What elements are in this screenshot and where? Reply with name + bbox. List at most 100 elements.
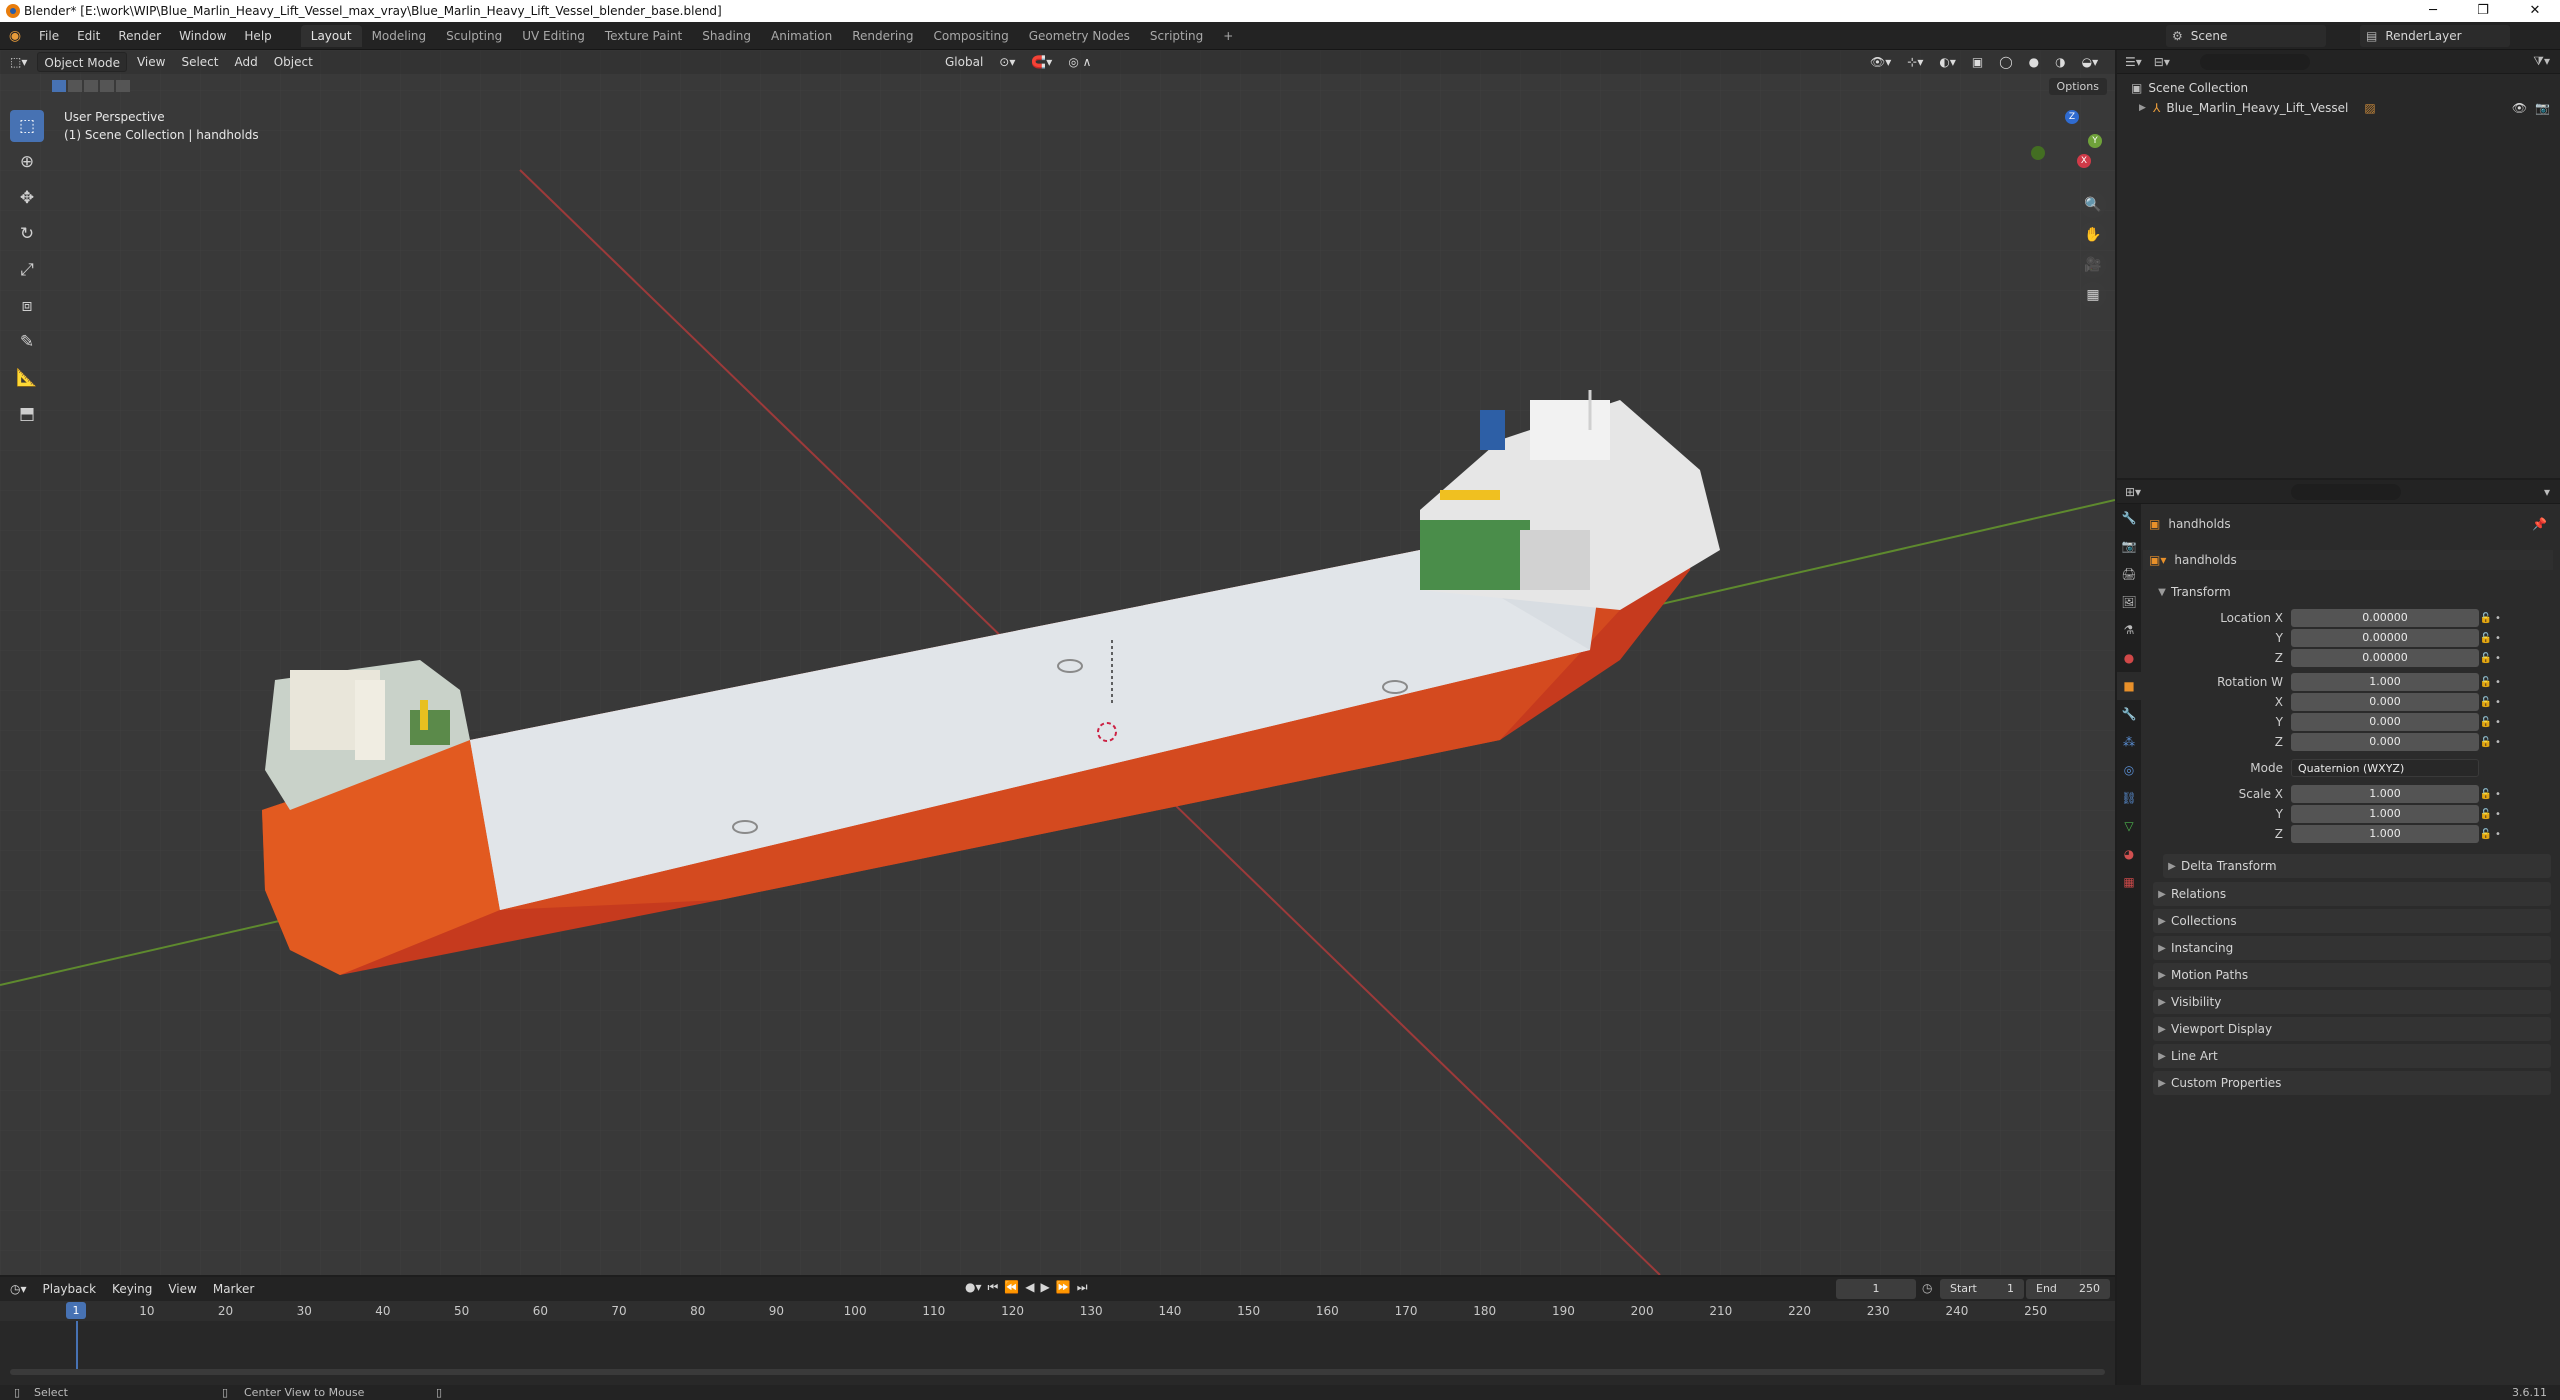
menu-help[interactable]: Help — [235, 22, 280, 50]
jump-start-icon[interactable]: ⏮ — [988, 1280, 999, 1295]
add-menu[interactable]: Add — [228, 52, 263, 72]
gizmo-x-axis[interactable]: X — [2077, 154, 2091, 168]
output-tab-icon[interactable]: 🖨 — [2117, 560, 2141, 588]
select-menu[interactable]: Select — [175, 52, 224, 72]
keying-menu[interactable]: Keying — [106, 1279, 158, 1299]
keyframe-dot-icon[interactable]: • — [2493, 613, 2503, 624]
timeline-view-menu[interactable]: View — [162, 1279, 202, 1299]
select-subtract-icon[interactable] — [84, 80, 98, 92]
keyframe-dot-icon[interactable]: • — [2493, 717, 2503, 728]
tab-layout[interactable]: Layout — [300, 24, 362, 47]
menu-edit[interactable]: Edit — [68, 22, 109, 50]
prev-keyframe-icon[interactable]: ⏪ — [1004, 1280, 1019, 1295]
line-art-panel[interactable]: ▶ Line Art — [2153, 1044, 2551, 1068]
tab-sculpting[interactable]: Sculpting — [436, 25, 512, 47]
world-tab-icon[interactable]: ● — [2117, 644, 2141, 672]
keyframe-dot-icon[interactable]: • — [2493, 737, 2503, 748]
editor-type-icon[interactable]: ⬚▾ — [4, 52, 33, 72]
navigation-gizmo[interactable]: Z Y X — [2015, 110, 2105, 190]
playback-menu[interactable]: Playback — [37, 1279, 103, 1299]
delta-transform-subpanel[interactable]: ▶ Delta Transform — [2163, 854, 2551, 878]
clock-icon[interactable]: ◷ — [1922, 1281, 1932, 1295]
transform-panel-header[interactable]: ▼ Transform — [2153, 580, 2551, 604]
keyframe-dot-icon[interactable]: • — [2493, 653, 2503, 664]
perspective-toggle-icon[interactable]: ▦ — [2080, 282, 2106, 308]
select-intersect-icon[interactable] — [116, 80, 130, 92]
lock-icon[interactable]: 🔓 — [2479, 737, 2493, 748]
tab-scripting[interactable]: Scripting — [1140, 25, 1213, 47]
lock-icon[interactable]: 🔓 — [2479, 809, 2493, 820]
texture-tab-icon[interactable]: ▦ — [2117, 868, 2141, 896]
add-workspace-button[interactable]: + — [1213, 25, 1243, 47]
material-tab-icon[interactable]: ◕ — [2117, 840, 2141, 868]
motion-paths-panel[interactable]: ▶ Motion Paths — [2153, 963, 2551, 987]
keyframe-dot-icon[interactable]: • — [2493, 677, 2503, 688]
record-icon[interactable]: ●▾ — [965, 1280, 982, 1295]
marker-menu[interactable]: Marker — [207, 1279, 260, 1299]
cursor-tool-icon[interactable]: ⊕ — [10, 146, 44, 178]
object-tab-icon[interactable]: ■ — [2117, 672, 2141, 700]
timeline-ruler[interactable]: 1 10 20 30 40 50 60 70 80 90 100 110 120 130 140 150 16… — [0, 1301, 2115, 1321]
outliner-item[interactable]: ▶ ⅄ Blue_Marlin_Heavy_Lift_Vessel ▨ 👁 📷 — [2117, 98, 2560, 118]
data-name-row[interactable]: ▣▾ handholds — [2143, 550, 2553, 570]
visibility-panel[interactable]: ▶ Visibility — [2153, 990, 2551, 1014]
render-camera-icon[interactable]: 📷 — [2535, 101, 2550, 115]
visibility-icon[interactable]: 👁▾ — [1864, 52, 1897, 72]
blender-menu-icon[interactable]: ◉ — [0, 28, 30, 44]
current-frame-field[interactable]: 1 — [1836, 1279, 1916, 1299]
menu-file[interactable]: File — [30, 22, 68, 50]
collections-panel[interactable]: ▶ Collections — [2153, 909, 2551, 933]
location-y-field[interactable]: 0.00000 — [2291, 629, 2479, 647]
lock-icon[interactable]: 🔓 — [2479, 613, 2493, 624]
snap-icon[interactable]: 🧲▾ — [1025, 52, 1058, 72]
next-keyframe-icon[interactable]: ⏩ — [1056, 1280, 1071, 1295]
transform-tool-icon[interactable]: ⧈ — [10, 290, 44, 322]
play-icon[interactable]: ▶ — [1041, 1280, 1050, 1295]
physics-tab-icon[interactable]: ◎ — [2117, 756, 2141, 784]
keyframe-dot-icon[interactable]: • — [2493, 789, 2503, 800]
move-tool-icon[interactable]: ✥ — [10, 182, 44, 214]
select-extend-icon[interactable] — [68, 80, 82, 92]
gizmo-z-axis[interactable]: Z — [2065, 110, 2079, 124]
close-button[interactable]: ✕ — [2512, 0, 2558, 22]
outliner-editor-icon[interactable]: ☰▾ — [2125, 55, 2142, 69]
view-layer-tab-icon[interactable]: 🖼 — [2117, 588, 2141, 616]
render-tab-icon[interactable]: 📷 — [2117, 532, 2141, 560]
rotation-z-field[interactable]: 0.000 — [2291, 733, 2479, 751]
gizmo-toggle-icon[interactable]: ⊹▾ — [1901, 52, 1929, 72]
render-layer-selector[interactable]: ▤ RenderLayer — [2360, 25, 2510, 47]
lock-icon[interactable]: 🔓 — [2479, 677, 2493, 688]
camera-view-icon[interactable]: 🎥 — [2080, 252, 2106, 278]
lock-icon[interactable]: 🔓 — [2479, 653, 2493, 664]
pan-hand-icon[interactable]: ✋ — [2080, 222, 2106, 248]
mode-selector[interactable]: Object Mode — [37, 52, 127, 72]
proportional-edit-icon[interactable]: ◎ ∧ — [1062, 52, 1097, 72]
end-frame-field[interactable]: End 250 — [2026, 1279, 2110, 1299]
rotation-mode-select[interactable]: Quaternion (WXYZ) — [2291, 759, 2479, 777]
xray-icon[interactable]: ▣ — [1966, 52, 1989, 72]
properties-options-icon[interactable]: ▾ — [2544, 485, 2550, 499]
lock-icon[interactable]: 🔓 — [2479, 633, 2493, 644]
keyframe-dot-icon[interactable]: • — [2493, 697, 2503, 708]
scene-selector[interactable]: ⚙ Scene — [2166, 25, 2326, 47]
lock-icon[interactable]: 🔓 — [2479, 789, 2493, 800]
scale-tool-icon[interactable]: ⤢ — [10, 254, 44, 286]
location-x-field[interactable]: 0.00000 — [2291, 609, 2479, 627]
minimize-button[interactable]: ─ — [2410, 0, 2456, 22]
object-menu[interactable]: Object — [268, 52, 319, 72]
gizmo-y-axis[interactable]: Y — [2088, 134, 2102, 148]
display-mode-icon[interactable]: ⊟▾ — [2154, 55, 2170, 69]
rotation-x-field[interactable]: 0.000 — [2291, 693, 2479, 711]
select-new-icon[interactable] — [52, 80, 66, 92]
timeline-scrollbar[interactable] — [10, 1369, 2105, 1375]
rendered-shading-icon[interactable]: ◒▾ — [2076, 52, 2105, 72]
scale-z-field[interactable]: 1.000 — [2291, 825, 2479, 843]
object-name[interactable]: handholds — [2168, 517, 2230, 531]
custom-properties-panel[interactable]: ▶ Custom Properties — [2153, 1071, 2551, 1095]
menu-render[interactable]: Render — [109, 22, 170, 50]
lock-icon[interactable]: 🔓 — [2479, 829, 2493, 840]
timeline-editor-icon[interactable]: ◷▾ — [4, 1279, 33, 1299]
instancing-panel[interactable]: ▶ Instancing — [2153, 936, 2551, 960]
modifier-icon[interactable]: ▨ — [2364, 101, 2375, 115]
scale-x-field[interactable]: 1.000 — [2291, 785, 2479, 803]
